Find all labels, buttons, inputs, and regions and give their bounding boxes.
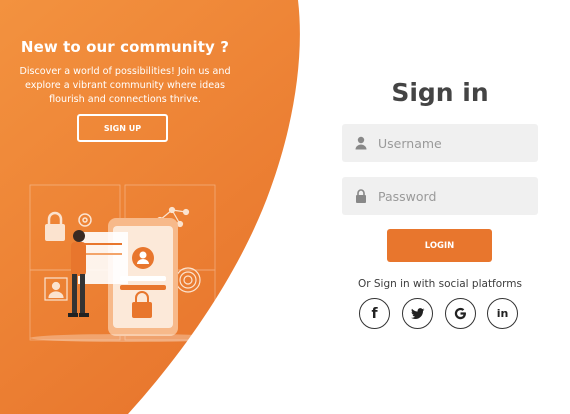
linkedin-button[interactable]: in [487,298,518,329]
fingerprint-icon [175,267,201,293]
padlock-icon [45,211,65,241]
facebook-icon: f [371,305,378,322]
username-field[interactable] [342,124,538,162]
linkedin-icon: in [496,307,509,320]
sign-up-button[interactable]: SIGN UP [77,114,168,142]
social-buttons: f in [359,298,524,332]
password-input[interactable] [376,187,530,205]
twitter-button[interactable] [402,298,433,329]
login-button[interactable]: LOGIN [387,229,492,262]
twitter-icon [410,307,424,319]
user-card-icon [44,277,68,301]
google-icon [454,307,466,320]
sign-in-title: Sign in [391,78,489,107]
password-field[interactable] [342,177,538,215]
username-input[interactable] [376,134,530,152]
user-icon [355,136,367,150]
security-illustration [29,184,230,342]
facebook-button[interactable]: f [359,298,390,329]
google-button[interactable] [445,298,476,329]
lock-icon [356,189,366,203]
promo-title: New to our community ? [20,38,230,56]
social-signin-text: Or Sign in with social platforms [357,278,523,290]
promo-description: Discover a world of possibilities! Join … [19,66,231,105]
gear-icon [78,213,92,227]
